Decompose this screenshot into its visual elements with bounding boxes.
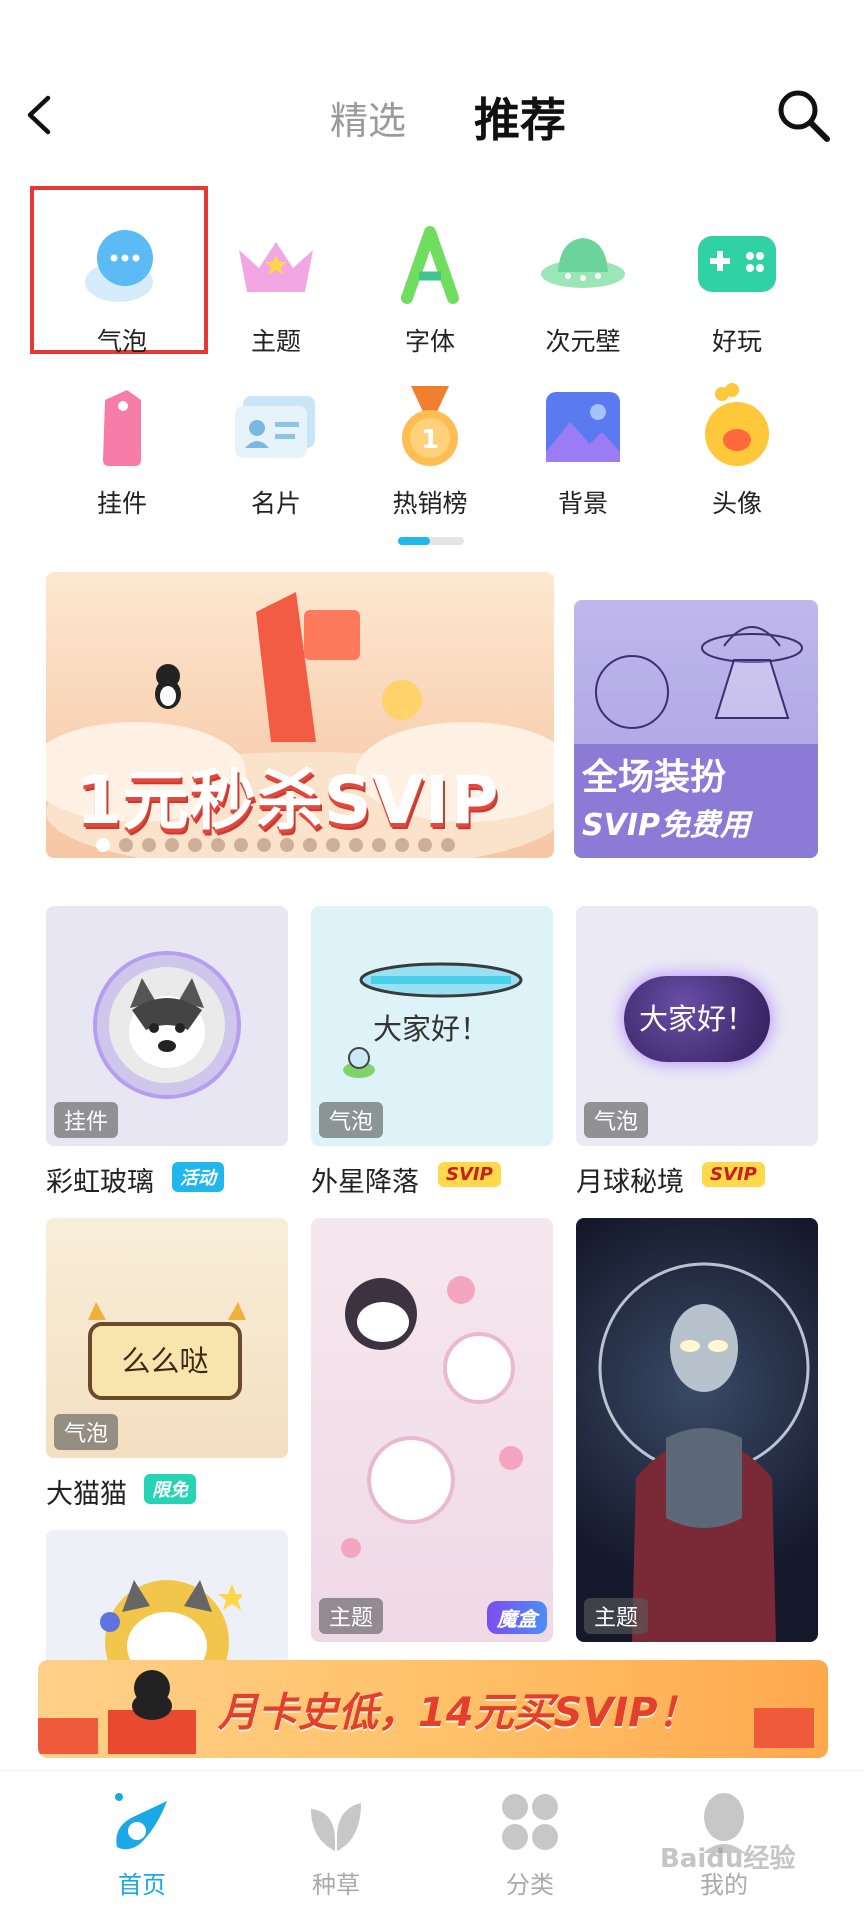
font-icon <box>401 226 459 304</box>
banner-side-line2: SVIP免费用 <box>582 808 750 843</box>
gamepad-icon <box>698 236 776 292</box>
medal-icon: 1 <box>402 386 458 466</box>
category-namecard[interactable]: 名片 <box>211 382 341 520</box>
card-title: 月球秘境 <box>576 1167 684 1198</box>
category-label: 背景 <box>557 489 608 518</box>
badge-svip: SVIP <box>702 1162 765 1187</box>
nav-label: 首页 <box>118 1871 166 1899</box>
pendant-preview <box>93 951 241 1099</box>
card-title: 大猫猫 <box>46 1479 127 1510</box>
ufo-icon <box>541 238 625 288</box>
category-dimension-wall[interactable]: 次元壁 <box>518 220 648 358</box>
promo-text: 月卡史低，14元买SVIP！ <box>218 1690 698 1736</box>
card-tag: 气泡 <box>54 1414 119 1450</box>
nav-label: 种草 <box>312 1871 360 1899</box>
promo-banner-monthly-card[interactable]: 月卡史低，14元买SVIP！ <box>38 1660 828 1758</box>
category-label: 字体 <box>404 327 455 356</box>
leaf-icon <box>311 1803 361 1851</box>
badge-svip: SVIP <box>438 1162 501 1187</box>
category-label: 次元壁 <box>545 327 621 356</box>
search-icon[interactable] <box>774 86 832 144</box>
badge-activity: 活动 <box>172 1162 224 1192</box>
item-card-partial[interactable] <box>46 1530 288 1670</box>
grid-circles-icon <box>502 1794 558 1850</box>
card-title: 彩虹玻璃 <box>46 1167 154 1198</box>
category-label: 热销榜 <box>392 489 468 518</box>
category-pendant[interactable]: 挂件 <box>57 382 187 520</box>
crown-icon <box>239 242 313 292</box>
category-fun[interactable]: 好玩 <box>672 220 802 358</box>
nav-discover[interactable]: 种草 <box>266 1787 406 1900</box>
avatar-icon <box>705 383 769 466</box>
card-tag: 挂件 <box>54 1102 119 1138</box>
bubble-text: 大家好！ <box>624 976 770 1062</box>
watermark: Baidu经验 <box>660 1844 796 1874</box>
home-planet-icon <box>115 1793 167 1850</box>
card-tag: 气泡 <box>319 1102 384 1138</box>
category-font[interactable]: 字体 <box>365 220 495 358</box>
item-card-rainbow-glass[interactable]: 挂件 <box>46 906 288 1146</box>
card-tag: 主题 <box>319 1598 384 1634</box>
kuromi-illustration <box>341 1276 523 1558</box>
nav-category[interactable]: 分类 <box>460 1787 600 1900</box>
category-label: 好玩 <box>711 327 762 356</box>
category-theme[interactable]: 主题 <box>211 220 341 358</box>
banner-svip-flash-sale[interactable]: 1元秒杀SVIP <box>46 572 554 858</box>
nav-home[interactable]: 首页 <box>72 1787 212 1900</box>
category-label: 气泡 <box>96 327 147 356</box>
card-icon <box>235 396 315 458</box>
card-title: 外星降落 <box>311 1167 419 1198</box>
category-label: 挂件 <box>96 489 147 518</box>
picture-icon <box>546 392 620 462</box>
husky-avatar-preview <box>100 1580 242 1670</box>
nav-label: 分类 <box>506 1871 554 1899</box>
magic-box-badge: 魔盒 <box>487 1601 547 1634</box>
category-label: 主题 <box>250 327 301 356</box>
category-background[interactable]: 背景 <box>518 382 648 520</box>
item-card-kuromi-theme[interactable]: 主题 魔盒 <box>311 1218 553 1642</box>
bubble-text: 大家好！ <box>373 1012 490 1046</box>
bubble-icon <box>85 230 153 302</box>
item-card-moon-realm[interactable]: 大家好！ 气泡 <box>576 906 818 1146</box>
back-arrow-icon[interactable] <box>20 92 60 138</box>
category-bestseller[interactable]: 1 热销榜 <box>365 382 495 520</box>
tab-recommend[interactable]: 推荐 <box>474 84 566 150</box>
banner-dots <box>96 838 455 852</box>
item-card-ultraman-theme[interactable]: 主题 <box>576 1218 818 1642</box>
card-tag: 气泡 <box>584 1102 649 1138</box>
banner-side-line1: 全场装扮 <box>582 757 727 798</box>
banner-svip-free[interactable]: 全场装扮 SVIP免费用 <box>574 600 818 858</box>
svg-text:1: 1 <box>421 425 439 455</box>
category-pager <box>398 537 464 545</box>
item-card-big-cat[interactable]: 么么哒 气泡 <box>46 1218 288 1458</box>
cat-ears <box>88 1302 246 1320</box>
banner-main-text: 1元秒杀SVIP <box>76 762 500 839</box>
category-label: 头像 <box>711 489 762 518</box>
category-bubble[interactable]: 气泡 <box>57 220 187 358</box>
tab-featured[interactable]: 精选 <box>330 90 406 145</box>
bubble-text: 么么哒 <box>88 1322 242 1400</box>
badge-free: 限免 <box>144 1474 196 1504</box>
card-tag: 主题 <box>584 1598 649 1634</box>
ultraman-illustration <box>598 1262 810 1642</box>
category-label: 名片 <box>250 489 301 518</box>
top-header: 精选 推荐 <box>0 70 864 160</box>
item-card-alien-landing[interactable]: 大家好！ 气泡 <box>311 906 553 1146</box>
pendant-icon <box>103 390 141 466</box>
category-avatar[interactable]: 头像 <box>672 382 802 520</box>
